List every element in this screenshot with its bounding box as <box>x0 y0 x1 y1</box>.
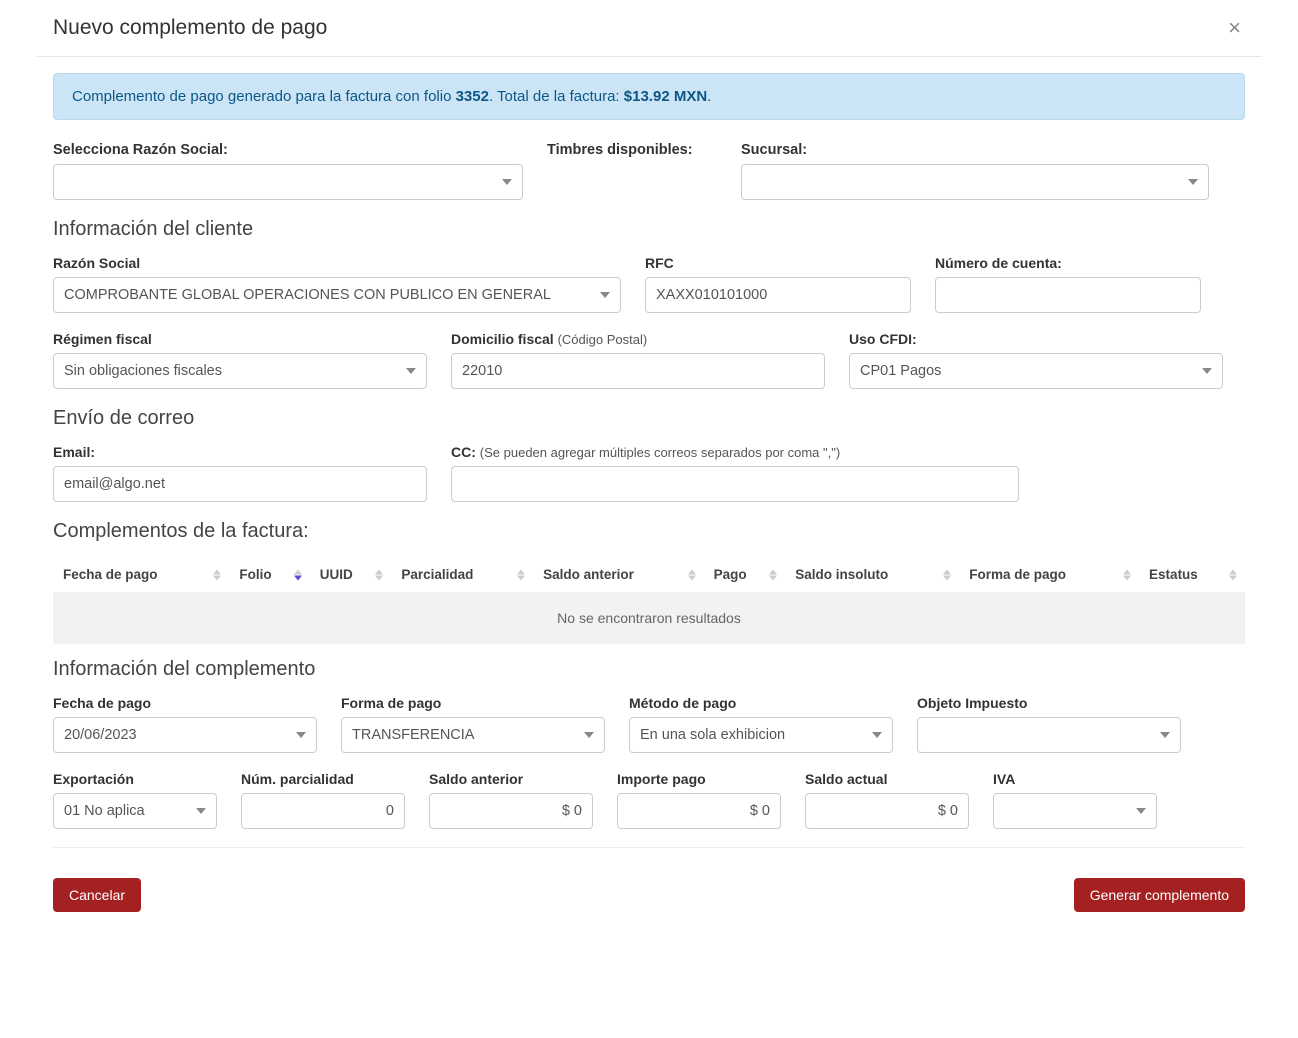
label-uso-cfdi: Uso CFDI: <box>849 331 1223 347</box>
column-header-label: UUID <box>320 567 353 582</box>
input-cc[interactable] <box>451 466 1019 502</box>
input-email[interactable] <box>53 466 427 502</box>
label-cc-text: CC: <box>451 444 476 460</box>
column-header[interactable]: Saldo anterior <box>533 557 704 592</box>
alert-info: Complemento de pago generado para la fac… <box>53 73 1245 120</box>
column-header-label: Estatus <box>1149 567 1198 582</box>
input-importe-pago[interactable] <box>617 793 781 829</box>
sort-icon[interactable] <box>1123 569 1131 580</box>
label-domicilio: Domicilio fiscal (Código Postal) <box>451 331 825 347</box>
label-fecha-pago: Fecha de pago <box>53 695 317 711</box>
sort-icon[interactable] <box>375 569 383 580</box>
label-num-parcialidad: Núm. parcialidad <box>241 771 405 787</box>
sort-icon[interactable] <box>769 569 777 580</box>
select-metodo-pago[interactable]: En una sola exhibicion <box>629 717 893 753</box>
modal-header: Nuevo complemento de pago × <box>37 0 1261 57</box>
label-sucursal: Sucursal: <box>741 142 1209 158</box>
select-objeto-impuesto[interactable] <box>917 717 1181 753</box>
select-fecha-pago[interactable]: 20/06/2023 <box>53 717 317 753</box>
table-empty: No se encontraron resultados <box>53 592 1245 644</box>
column-header-label: Folio <box>239 567 271 582</box>
select-uso-cfdi[interactable]: CP01 Pagos <box>849 353 1223 389</box>
sort-icon[interactable] <box>213 569 221 580</box>
column-header[interactable]: Fecha de pago <box>53 557 229 592</box>
sort-icon[interactable] <box>943 569 951 580</box>
label-razon-social: Razón Social <box>53 255 621 271</box>
column-header[interactable]: Parcialidad <box>391 557 533 592</box>
label-cc: CC: (Se pueden agregar múltiples correos… <box>451 444 1019 460</box>
label-regimen: Régimen fiscal <box>53 331 427 347</box>
label-razon-social-top: Selecciona Razón Social: <box>53 142 523 158</box>
select-exportacion[interactable]: 01 No aplica <box>53 793 217 829</box>
label-email: Email: <box>53 444 427 460</box>
sort-icon[interactable] <box>688 569 696 580</box>
alert-prefix: Complemento de pago generado para la fac… <box>72 88 456 105</box>
column-header[interactable]: Folio <box>229 557 309 592</box>
heading-cliente: Información del cliente <box>53 218 1245 241</box>
label-timbres: Timbres disponibles: <box>547 142 717 158</box>
table-complementos: Fecha de pago Folio UUID Parcialidad Saldo a… <box>53 557 1245 644</box>
alert-middle: . Total de la factura: <box>489 88 624 105</box>
column-header[interactable]: Saldo insoluto <box>785 557 959 592</box>
alert-total: $13.92 MXN <box>624 88 707 105</box>
sort-icon[interactable] <box>1229 569 1237 580</box>
column-header-label: Parcialidad <box>401 567 473 582</box>
label-domicilio-text: Domicilio fiscal <box>451 331 554 347</box>
modal-payment-complement: Nuevo complemento de pago × Complemento … <box>37 0 1261 928</box>
input-num-parcialidad[interactable] <box>241 793 405 829</box>
label-importe-pago: Importe pago <box>617 771 781 787</box>
input-saldo-anterior[interactable] <box>429 793 593 829</box>
column-header-label: Fecha de pago <box>63 567 158 582</box>
close-icon[interactable]: × <box>1224 17 1245 39</box>
column-header-label: Forma de pago <box>969 567 1066 582</box>
modal-title: Nuevo complemento de pago <box>53 16 327 40</box>
heading-complemento: Información del complemento <box>53 658 1245 681</box>
label-domicilio-hint: (Código Postal) <box>558 332 648 347</box>
select-iva[interactable] <box>993 793 1157 829</box>
label-iva: IVA <box>993 771 1157 787</box>
label-objeto-impuesto: Objeto Impuesto <box>917 695 1181 711</box>
generate-button[interactable]: Generar complemento <box>1074 878 1245 912</box>
input-rfc[interactable] <box>645 277 911 313</box>
modal-footer: Cancelar Generar complemento <box>37 864 1261 928</box>
input-num-cuenta[interactable] <box>935 277 1201 313</box>
column-header[interactable]: UUID <box>310 557 392 592</box>
select-forma-pago[interactable]: TRANSFERENCIA <box>341 717 605 753</box>
alert-suffix: . <box>707 88 711 105</box>
select-regimen[interactable]: Sin obligaciones fiscales <box>53 353 427 389</box>
label-saldo-actual: Saldo actual <box>805 771 969 787</box>
column-header-label: Pago <box>714 567 747 582</box>
sort-icon[interactable] <box>517 569 525 580</box>
column-header[interactable]: Pago <box>704 557 786 592</box>
heading-correo: Envío de correo <box>53 407 1245 430</box>
heading-tabla: Complementos de la factura: <box>53 520 1245 543</box>
column-header-label: Saldo insoluto <box>795 567 888 582</box>
column-header-label: Saldo anterior <box>543 567 634 582</box>
label-cc-hint: (Se pueden agregar múltiples correos sep… <box>480 445 840 460</box>
label-exportacion: Exportación <box>53 771 217 787</box>
label-saldo-anterior: Saldo anterior <box>429 771 593 787</box>
alert-folio: 3352 <box>456 88 489 105</box>
label-rfc: RFC <box>645 255 911 271</box>
column-header[interactable]: Estatus <box>1139 557 1245 592</box>
divider <box>53 847 1245 848</box>
select-razon-social-top[interactable] <box>53 164 523 200</box>
column-header[interactable]: Forma de pago <box>959 557 1139 592</box>
modal-body: Complemento de pago generado para la fac… <box>37 57 1261 864</box>
select-razon-social[interactable]: COMPROBANTE GLOBAL OPERACIONES CON PUBLI… <box>53 277 621 313</box>
sort-icon[interactable] <box>294 569 302 580</box>
cancel-button[interactable]: Cancelar <box>53 878 141 912</box>
label-forma-pago: Forma de pago <box>341 695 605 711</box>
label-metodo-pago: Método de pago <box>629 695 893 711</box>
input-saldo-actual[interactable] <box>805 793 969 829</box>
label-num-cuenta: Número de cuenta: <box>935 255 1201 271</box>
select-sucursal[interactable] <box>741 164 1209 200</box>
input-domicilio[interactable] <box>451 353 825 389</box>
